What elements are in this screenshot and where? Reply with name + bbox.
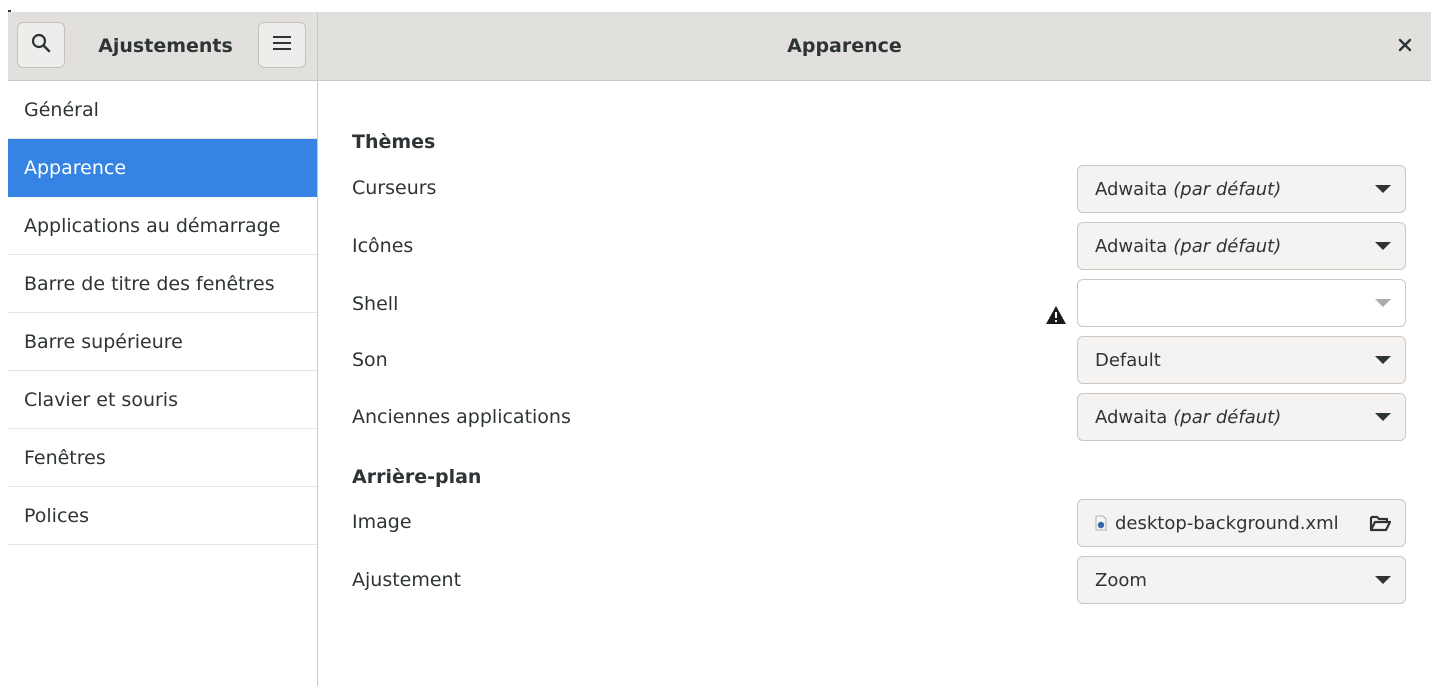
chevron-down-icon bbox=[1375, 576, 1391, 584]
sound-dropdown[interactable]: Default bbox=[1077, 336, 1406, 384]
cursors-dropdown[interactable]: Adwaita (par défaut) bbox=[1077, 165, 1406, 213]
cursors-default-hint: (par défaut) bbox=[1173, 178, 1282, 200]
sidebar-item-appearance[interactable]: Apparence bbox=[8, 139, 317, 197]
chevron-down-icon bbox=[1375, 356, 1391, 364]
chevron-down-icon bbox=[1375, 413, 1391, 421]
shell-label: Shell bbox=[352, 293, 399, 315]
background-section-header: Arrière-plan bbox=[352, 466, 482, 488]
sound-value: Default bbox=[1095, 349, 1161, 371]
sidebar-item-startup-applications[interactable]: Applications au démarrage bbox=[8, 197, 317, 255]
folder-open-icon bbox=[1369, 513, 1392, 538]
image-value: desktop-background.xml bbox=[1115, 512, 1339, 534]
sidebar-item-general[interactable]: Général bbox=[8, 81, 317, 139]
page-title: Apparence bbox=[787, 35, 902, 57]
tweaks-window: Ajustements Apparence Général Apparence … bbox=[8, 12, 1431, 686]
sidebar-item-windows[interactable]: Fenêtres bbox=[8, 429, 317, 487]
icons-label: Icônes bbox=[352, 235, 414, 257]
search-icon bbox=[31, 33, 51, 57]
hamburger-menu-icon bbox=[272, 34, 292, 56]
legacy-apps-default-hint: (par défaut) bbox=[1173, 406, 1282, 428]
sidebar-header: Ajustements bbox=[8, 12, 318, 80]
chevron-down-icon bbox=[1375, 299, 1391, 307]
cursors-label: Curseurs bbox=[352, 177, 437, 199]
sidebar-item-keyboard-mouse[interactable]: Clavier et souris bbox=[8, 371, 317, 429]
legacy-apps-label: Anciennes applications bbox=[352, 406, 571, 428]
appearance-panel: Thèmes Curseurs Adwaita (par défaut) Icô… bbox=[318, 81, 1431, 686]
sound-label: Son bbox=[352, 349, 388, 371]
shell-dropdown[interactable] bbox=[1077, 279, 1406, 327]
sidebar: Général Apparence Applications au démarr… bbox=[8, 81, 318, 686]
close-icon bbox=[1398, 37, 1412, 56]
cursors-value: Adwaita bbox=[1095, 178, 1168, 200]
icons-default-hint: (par défaut) bbox=[1173, 235, 1282, 257]
sidebar-item-top-bar[interactable]: Barre supérieure bbox=[8, 313, 317, 371]
warning-icon bbox=[1045, 305, 1067, 329]
icons-dropdown[interactable]: Adwaita (par défaut) bbox=[1077, 222, 1406, 270]
xml-file-icon bbox=[1095, 515, 1107, 531]
close-button[interactable] bbox=[1389, 30, 1421, 62]
adjustment-dropdown[interactable]: Zoom bbox=[1077, 556, 1406, 604]
sidebar-item-window-titlebars[interactable]: Barre de titre des fenêtres bbox=[8, 255, 317, 313]
adjustment-label: Ajustement bbox=[352, 569, 462, 591]
adjustment-value: Zoom bbox=[1095, 569, 1147, 591]
legacy-apps-value: Adwaita bbox=[1095, 406, 1168, 428]
chevron-down-icon bbox=[1375, 185, 1391, 193]
icons-value: Adwaita bbox=[1095, 235, 1168, 257]
sidebar-item-fonts[interactable]: Polices bbox=[8, 487, 317, 545]
sidebar-title: Ajustements bbox=[98, 35, 233, 57]
image-file-chooser[interactable]: desktop-background.xml bbox=[1077, 499, 1406, 547]
search-button[interactable] bbox=[17, 22, 65, 68]
menu-button[interactable] bbox=[258, 22, 306, 68]
chevron-down-icon bbox=[1375, 242, 1391, 250]
themes-section-header: Thèmes bbox=[352, 131, 436, 153]
image-label: Image bbox=[352, 511, 412, 533]
legacy-apps-dropdown[interactable]: Adwaita (par défaut) bbox=[1077, 393, 1406, 441]
header-bar: Ajustements Apparence bbox=[8, 12, 1431, 81]
